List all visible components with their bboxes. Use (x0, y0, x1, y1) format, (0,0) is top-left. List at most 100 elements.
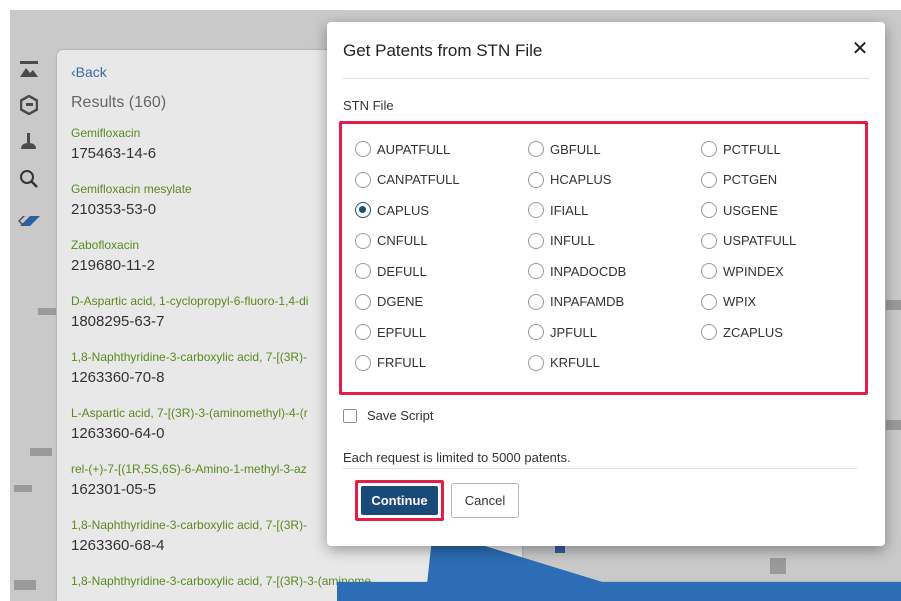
list-item[interactable]: 1,8-Naphthyridine-3-carboxylic acid, 7-[… (71, 518, 307, 554)
radio-button[interactable] (701, 324, 717, 341)
option-label: USPATFULL (723, 233, 797, 249)
background-shape (886, 420, 901, 430)
radio-button[interactable] (528, 293, 544, 310)
radio-button[interactable] (528, 171, 544, 188)
radio-button[interactable] (528, 263, 544, 280)
result-rn: 162301-05-5 (71, 481, 157, 498)
radio-button[interactable] (355, 202, 371, 219)
radio-button[interactable] (528, 324, 544, 341)
list-item[interactable]: D-Aspartic acid, 1-cyclopropyl-6-fluoro-… (71, 294, 308, 330)
save-script-checkbox[interactable] (343, 408, 357, 423)
dialog-title: Get Patents from STN File (343, 41, 543, 60)
radio-button[interactable] (701, 202, 717, 219)
list-item[interactable]: Gemifloxacin mesylate 210353-53-0 (71, 182, 192, 218)
option-label: GBFULL (550, 141, 601, 157)
stn-option-uspatfull[interactable]: USPATFULL (701, 230, 874, 253)
stn-option-caplus[interactable]: CAPLUS (355, 199, 528, 222)
radio-button[interactable] (701, 171, 717, 188)
hexagon-icon[interactable] (18, 94, 40, 116)
option-label: PCTFULL (723, 141, 781, 157)
stn-option-hcaplus[interactable]: HCAPLUS (528, 169, 701, 192)
result-name: L-Aspartic acid, 7-[(3R)-3-(aminomethyl)… (71, 406, 308, 420)
radio-button[interactable] (355, 141, 371, 158)
stn-option-wpindex[interactable]: WPINDEX (701, 260, 874, 283)
radio-button[interactable] (701, 263, 717, 280)
stn-option-aupatfull[interactable]: AUPATFULL (355, 138, 528, 161)
list-item[interactable]: L-Aspartic acid, 7-[(3R)-3-(aminomethyl)… (71, 406, 308, 442)
stn-option-inpafamdb[interactable]: INPAFAMDB (528, 291, 701, 314)
stn-option-infull[interactable]: INFULL (528, 230, 701, 253)
option-label: DEFULL (377, 263, 427, 279)
collapse-icon[interactable] (18, 210, 40, 232)
option-label: WPINDEX (723, 263, 784, 279)
close-icon[interactable]: ✕ (849, 38, 871, 60)
stn-option-dgene[interactable]: DGENE (355, 291, 528, 314)
result-name: D-Aspartic acid, 1-cyclopropyl-6-fluoro-… (71, 294, 309, 308)
radio-button[interactable] (355, 293, 371, 310)
radio-button[interactable] (355, 324, 371, 341)
result-name: rel-(+)-7-[(1R,5S,6S)-6-Amino-1-methyl-3… (71, 462, 307, 476)
stn-file-label: STN File (343, 98, 394, 113)
stn-file-options: AUPATFULL GBFULL PCTFULL CANPATFULL HCAPLUS P… (355, 138, 874, 374)
image-icon[interactable] (18, 58, 40, 80)
stn-option-pctgen[interactable]: PCTGEN (701, 169, 874, 192)
option-label: INPAFAMDB (550, 294, 625, 310)
stn-option-canpatfull[interactable]: CANPATFULL (355, 169, 528, 192)
radio-button[interactable] (355, 171, 371, 188)
list-item[interactable]: rel-(+)-7-[(1R,5S,6S)-6-Amino-1-methyl-3… (71, 462, 307, 498)
stn-option-usgene[interactable]: USGENE (701, 199, 874, 222)
radio-button[interactable] (528, 354, 544, 371)
cancel-button[interactable]: Cancel (451, 483, 519, 518)
background-shape (30, 448, 52, 456)
radio-button[interactable] (528, 202, 544, 219)
option-label: AUPATFULL (377, 141, 451, 157)
search-icon[interactable] (18, 168, 40, 190)
option-label: CANPATFULL (377, 172, 460, 188)
option-label: USGENE (723, 202, 778, 218)
stn-option-frfull[interactable]: FRFULL (355, 352, 528, 375)
list-item[interactable]: 1,8-Naphthyridine-3-carboxylic acid, 7-[… (71, 574, 371, 588)
radio-button[interactable] (355, 232, 371, 249)
radio-button[interactable] (355, 354, 371, 371)
radio-button[interactable] (355, 263, 371, 280)
stn-option-inpadocdb[interactable]: INPADOCDB (528, 260, 701, 283)
radio-button[interactable] (701, 141, 717, 158)
option-label: CAPLUS (377, 202, 430, 218)
radio-button[interactable] (701, 232, 717, 249)
result-rn: 1263360-70-8 (71, 369, 165, 386)
stn-option-cnfull[interactable]: CNFULL (355, 230, 528, 253)
list-item[interactable]: Gemifloxacin 175463-14-6 (71, 126, 156, 162)
radio-button[interactable] (528, 141, 544, 158)
result-rn: 1808295-63-7 (71, 313, 165, 330)
stn-option-jpfull[interactable]: JPFULL (528, 321, 701, 344)
option-label: PCTGEN (723, 172, 778, 188)
continue-button[interactable]: Continue (361, 486, 438, 515)
stn-option-epfull[interactable]: EPFULL (355, 321, 528, 344)
flask-icon[interactable] (18, 130, 40, 152)
stn-option-gbfull[interactable]: GBFULL (528, 138, 701, 161)
radio-button[interactable] (528, 232, 544, 249)
result-rn: 1263360-64-0 (71, 425, 165, 442)
option-label: INFULL (550, 233, 595, 249)
stn-option-krfull[interactable]: KRFULL (528, 352, 701, 375)
stn-option-pctfull[interactable]: PCTFULL (701, 138, 874, 161)
stn-option-ifiall[interactable]: IFIALL (528, 199, 701, 222)
option-label: FRFULL (377, 355, 427, 371)
get-patents-dialog: Get Patents from STN File ✕ STN File AUP… (327, 22, 885, 546)
background-shape (14, 580, 36, 590)
continue-highlight: Continue (355, 480, 444, 521)
stn-option-zcaplus[interactable]: ZCAPLUS (701, 321, 874, 344)
result-name: 1,8-Naphthyridine-3-carboxylic acid, 7-[… (71, 350, 308, 364)
radio-button[interactable] (701, 293, 717, 310)
save-script-row[interactable]: Save Script (343, 408, 433, 423)
result-rn: 175463-14-6 (71, 145, 157, 162)
back-link[interactable]: ‹Back (71, 64, 107, 80)
stn-option-wpix[interactable]: WPIX (701, 291, 874, 314)
list-item[interactable]: 1,8-Naphthyridine-3-carboxylic acid, 7-[… (71, 350, 307, 386)
limit-text: Each request is limited to 5000 patents. (343, 450, 571, 465)
option-label: DGENE (377, 294, 424, 310)
stn-option-defull[interactable]: DEFULL (355, 260, 528, 283)
option-label: KRFULL (550, 355, 600, 371)
list-item[interactable]: Zabofloxacin 219680-11-2 (71, 238, 155, 274)
result-name: 1,8-Naphthyridine-3-carboxylic acid, 7-[… (71, 518, 308, 532)
